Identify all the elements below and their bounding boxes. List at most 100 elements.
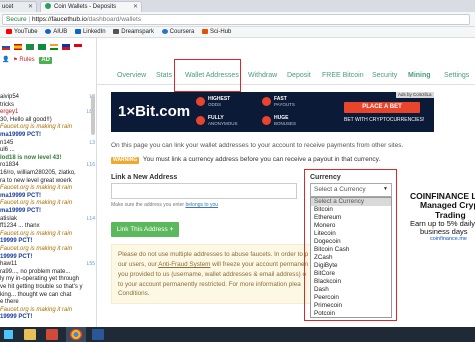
close-tab-icon[interactable]: ✕ (133, 2, 138, 12)
intro-text: On this page you can link your wallet ad… (111, 142, 404, 149)
bookmark-scihub[interactable]: Sci-Hub (202, 27, 231, 38)
tab-stats[interactable]: Stats (156, 72, 172, 79)
tab-mining[interactable]: Mining (408, 72, 431, 79)
side-ad-link[interactable]: coinfinance.me (430, 236, 467, 242)
secure-label: Secure (6, 16, 27, 23)
chat-message: ra to new level great woerk (0, 178, 96, 185)
linkedin-icon (74, 28, 81, 34)
chat-message: Faucet.org is making it rain (0, 231, 96, 238)
tab-title: Coin Wallets - Deposits (54, 4, 117, 10)
browser-tab[interactable]: ucet ✕ (0, 1, 37, 12)
chat-message-text: Faucet.org is making it rain (0, 246, 73, 252)
user-level-badge: L55 (86, 261, 95, 268)
chat-message: 30, Hello all good!!) (0, 117, 96, 124)
close-tab-icon[interactable]: ✕ (28, 2, 33, 12)
bookmark-coursera[interactable]: Coursera (161, 27, 195, 38)
tab-withdraw[interactable]: Withdraw (248, 72, 277, 79)
chat-message: Faucet.org is making it rain (0, 307, 96, 314)
faucethub-favicon-icon (45, 3, 51, 9)
indonesia-flag-icon[interactable] (74, 44, 82, 50)
side-ad-line: Managed Crypt (420, 200, 475, 210)
chat-message-text: lod18 is now level 43! (0, 154, 62, 161)
url-path: /dashboard/wallets (86, 16, 142, 23)
bookmark-label: Coursera (169, 29, 195, 35)
people-icon[interactable]: 👤 (2, 57, 9, 63)
chat-message-text: ma19999 PCT! (0, 132, 42, 138)
tab-deposit[interactable]: Deposit (287, 72, 311, 79)
windows-start-icon[interactable] (4, 330, 13, 339)
bookmark-dreamspark[interactable]: Dreamspark (113, 27, 154, 38)
chat-message: ve hit getting trouble so that's y (0, 284, 96, 291)
rules-link[interactable]: ⚑ Rules (13, 57, 35, 63)
chat-message-text: 19999 PCT! (0, 314, 33, 321)
chat-message: 19999 PCT! (0, 238, 96, 245)
annotation-highlight-box (174, 59, 241, 92)
chat-message-text: ergey1 (0, 109, 19, 116)
tab-overview[interactable]: Overview (117, 72, 146, 79)
browser-tab-active[interactable]: Coin Wallets - Deposits ✕ (40, 1, 142, 12)
chat-message-text: 30, Hello all good!!) (0, 116, 52, 123)
chrome-icon[interactable] (70, 329, 82, 340)
tab-security[interactable]: Security (372, 72, 397, 79)
india-flag-icon[interactable] (50, 44, 58, 50)
anti-fraud-link[interactable]: Anti-Fraud System (158, 261, 210, 268)
chat-message: ff1234 ... thanx (0, 223, 96, 230)
tab-free-bitcoin[interactable]: FREE Bitcoin (322, 72, 364, 79)
annotation-highlight-box (304, 169, 397, 321)
notice-line: Please do not use multiple addresses to … (118, 251, 309, 258)
bookmark-flag-icon: ⚑ (13, 57, 18, 63)
banner-feature: FAST PAYOUTS (274, 96, 295, 107)
chat-message-text: ff1234 ... thanx (0, 223, 40, 230)
chat-message-text: 19999 PCT! (0, 253, 33, 260)
address-label: Link a New Address (111, 174, 178, 181)
ad-label[interactable]: Ads by CoinzilLa (396, 92, 434, 98)
lightning-icon (262, 97, 271, 106)
bookmark-linkedin[interactable]: LinkedIn (74, 27, 106, 38)
chat-message-text: e there (0, 299, 19, 306)
saudi-flag-icon[interactable] (38, 44, 46, 50)
chat-ad-badge[interactable]: AD (39, 57, 52, 64)
chat-message: ma19999 PCT! (0, 208, 96, 215)
side-ad-line: business days (420, 227, 468, 236)
conditions-link[interactable]: Conditions. (118, 290, 150, 298)
link-address-button[interactable]: Link This Address + (111, 222, 179, 237)
odds-icon (196, 97, 205, 106)
user-level-badge: L3 (89, 139, 95, 146)
address-input[interactable] (111, 183, 297, 199)
banner-feature: FULLY ANONYMOUS (208, 115, 238, 126)
chat-message-text: ra99..., no problem mate... (0, 268, 71, 275)
banner-subtext: BET WITH CRYPTOCURRENCIES! (344, 117, 425, 123)
coursera-icon (161, 28, 168, 34)
chat-message-text: ve hit getting trouble so that's y (0, 284, 83, 290)
chat-message: ergey1L89 (0, 109, 96, 116)
bookmark-youtube[interactable]: YouTube (6, 27, 38, 38)
url-input[interactable]: Secure | https://faucethub.io/dashboard/… (2, 14, 470, 25)
bookmark-label: LinkedIn (82, 29, 106, 35)
chat-message: haw11 L55 (0, 261, 96, 268)
chat-message: 16/ro, william280205, zlatko, (0, 170, 96, 177)
notice-line: you provided to us (username, wallet add… (118, 271, 306, 278)
chat-message: aivip54L3 (0, 94, 96, 101)
plus-icon: + (169, 226, 174, 233)
bookmark-label: YouTube (14, 29, 38, 35)
chat-scrollbar[interactable] (91, 95, 95, 135)
russia-flag-icon[interactable] (2, 44, 10, 50)
place-bet-button[interactable]: PLACE A BET (344, 102, 420, 113)
user-level-badge: L14 (86, 215, 95, 222)
spain-flag-icon[interactable] (14, 44, 22, 50)
tab-settings[interactable]: Settings (444, 72, 469, 79)
file-explorer-icon[interactable] (24, 329, 36, 340)
chat-message-text: aivip54 (0, 94, 20, 100)
chat-message: 19999 PCT! (0, 254, 96, 261)
document-icon (113, 28, 120, 34)
bookmark-aiub[interactable]: AIUB (45, 27, 67, 38)
brazil-flag-icon[interactable] (26, 44, 34, 50)
chat-message: tricks (0, 102, 96, 109)
chat-message-text: Faucet.org is making it rain (0, 230, 73, 237)
belongs-to-you-link[interactable]: belongs to you (186, 202, 219, 208)
chat-message-text: ly my in-operating yet through (0, 276, 80, 283)
philippines-flag-icon[interactable] (62, 44, 70, 50)
chat-message-text: ro1834 (0, 162, 19, 169)
media-player-icon[interactable] (46, 329, 58, 340)
app-window-icon[interactable] (92, 329, 104, 340)
